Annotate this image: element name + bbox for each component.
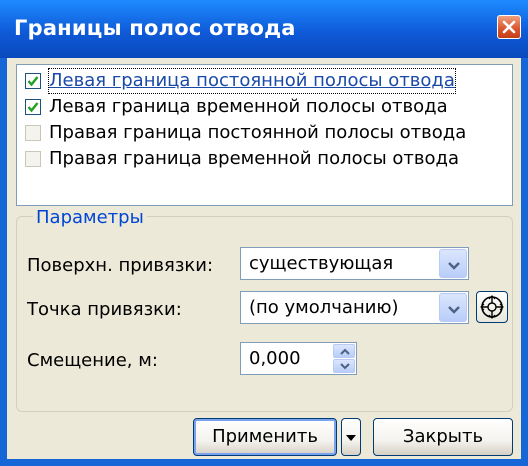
layer-item-label: Левая граница постоянной полосы отвода [48, 68, 456, 94]
pick-point-button[interactable] [476, 291, 508, 323]
spin-down-icon[interactable] [333, 359, 355, 373]
dialog-window: Границы полос отвода Левая граница посто… [0, 0, 528, 466]
window-title: Границы полос отвода [14, 16, 296, 40]
surface-label: Поверхн. привязки: [27, 255, 214, 276]
checkbox-icon[interactable] [25, 125, 41, 141]
checkbox-checked-icon[interactable] [25, 99, 41, 115]
layer-checklist[interactable]: Левая граница постоянной полосы отвода Ле… [16, 64, 513, 206]
checkbox-checked-icon[interactable] [25, 73, 41, 89]
apply-button-label: Применить [212, 426, 318, 447]
spin-up-icon[interactable] [333, 344, 355, 358]
apply-button[interactable]: Применить [193, 418, 337, 456]
layer-item-label-text: Левая граница постоянной полосы отвода [49, 70, 455, 91]
caret-down-icon [346, 435, 356, 441]
point-select[interactable]: (по умолчанию) [240, 291, 469, 324]
surface-select[interactable]: существующая [240, 247, 469, 280]
chevron-down-icon[interactable] [439, 293, 467, 322]
chevron-down-icon[interactable] [439, 249, 467, 278]
point-select-value: (по умолчанию) [249, 297, 399, 318]
parameters-group-title: Параметры [33, 208, 147, 228]
layer-item-label: Левая граница временной полосы отвода [49, 96, 448, 117]
target-crosshair-icon [480, 295, 504, 319]
close-button[interactable]: Закрыть [373, 418, 513, 456]
offset-label: Смещение, м: [27, 350, 158, 371]
checkbox-icon[interactable] [25, 151, 41, 167]
surface-select-value: существующая [249, 253, 394, 274]
point-label: Точка привязки: [27, 299, 182, 320]
title-bar[interactable]: Границы полос отвода [0, 0, 528, 58]
dialog-client: Левая граница постоянной полосы отвода Ле… [7, 58, 521, 459]
close-icon[interactable] [497, 15, 521, 39]
offset-spinbox[interactable]: 0,000 [240, 342, 357, 375]
layer-item-label: Правая граница постоянной полосы отвода [49, 122, 467, 143]
offset-value: 0,000 [249, 348, 301, 369]
apply-options-dropdown[interactable] [341, 418, 361, 456]
layer-item-label: Правая граница временной полосы отвода [49, 148, 460, 169]
close-button-label: Закрыть [402, 426, 484, 447]
